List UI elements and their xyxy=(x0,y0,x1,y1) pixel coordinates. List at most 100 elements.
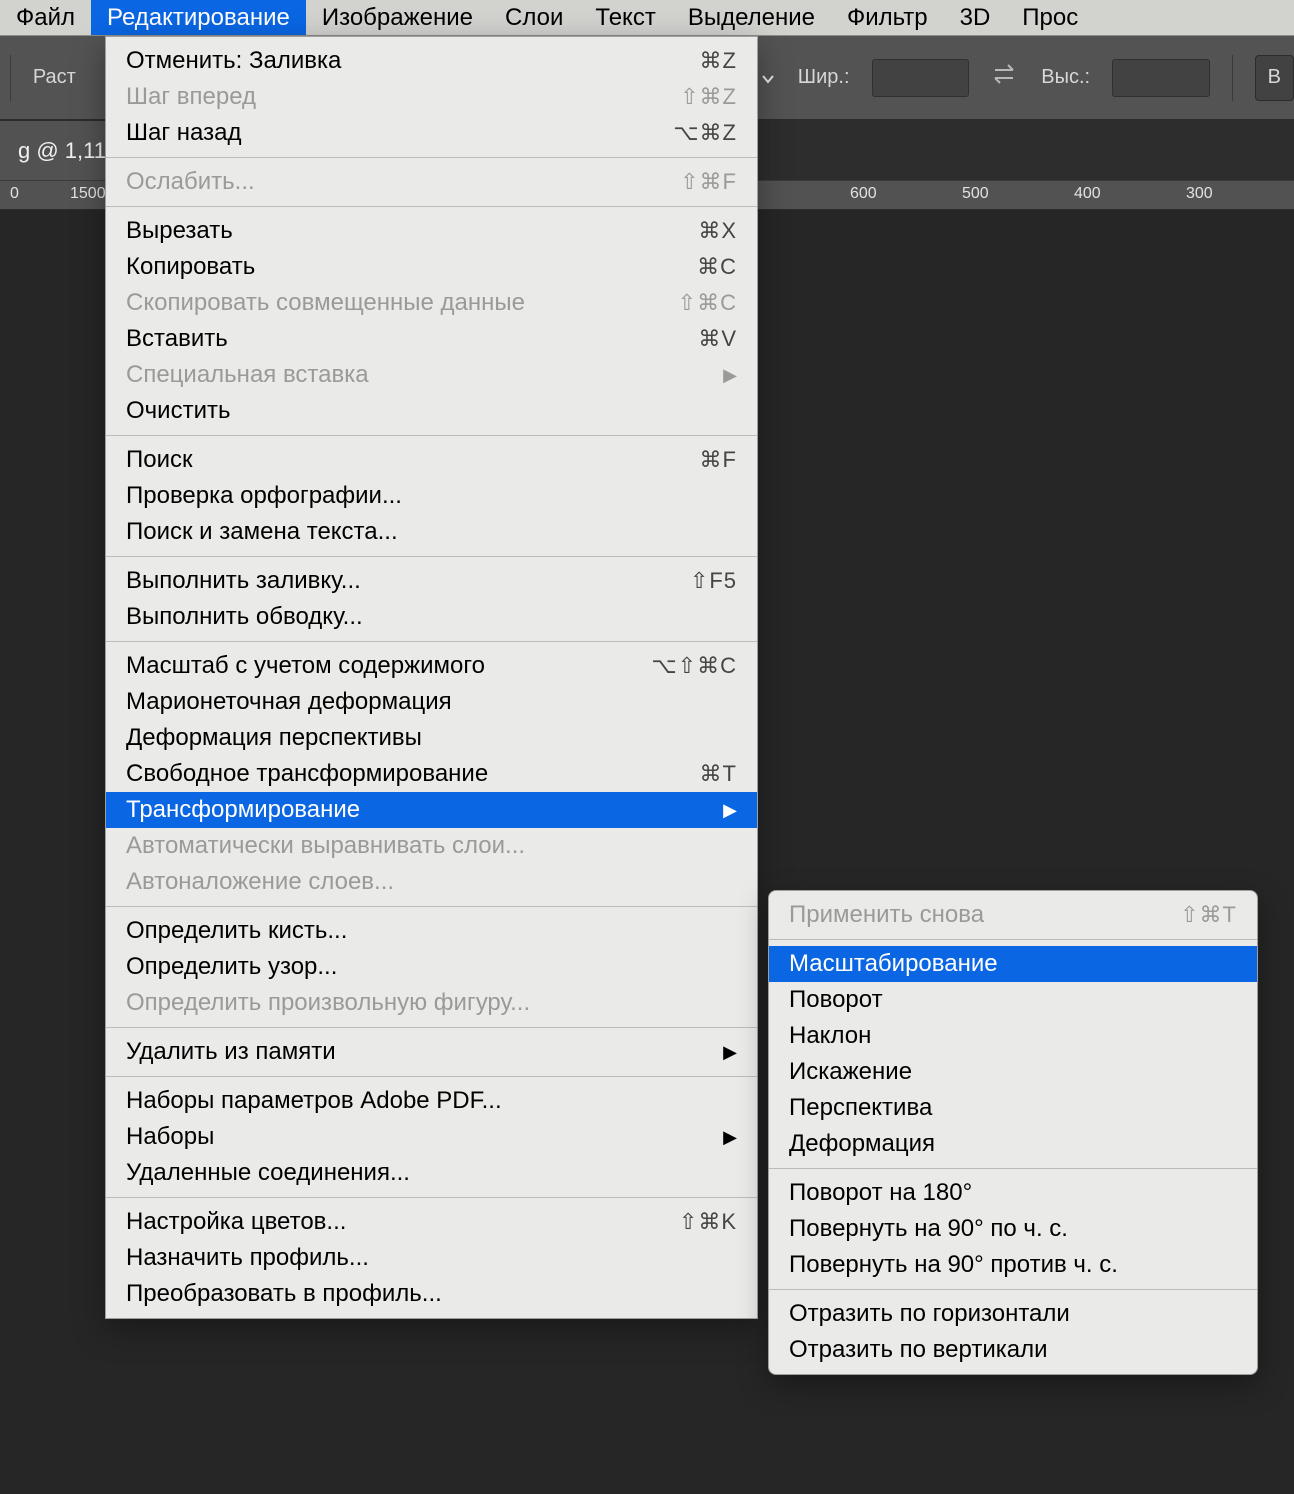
menu-item[interactable]: Наборы параметров Adobe PDF... xyxy=(106,1083,757,1119)
menu-item[interactable]: Наклон xyxy=(769,1018,1257,1054)
menu-item[interactable]: Выполнить заливку...⇧F5 xyxy=(106,563,757,599)
menu-item[interactable]: Повернуть на 90° против ч. с. xyxy=(769,1247,1257,1283)
menu-item: Специальная вставка▶ xyxy=(106,357,757,393)
divider xyxy=(1232,55,1233,101)
menubar-item[interactable]: Редактирование xyxy=(91,0,306,35)
menu-item[interactable]: Проверка орфографии... xyxy=(106,478,757,514)
menu-item-label: Скопировать совмещенные данные xyxy=(126,289,627,317)
menu-item[interactable]: Искажение xyxy=(769,1054,1257,1090)
menu-item-label: Наборы xyxy=(126,1123,715,1151)
menu-item-label: Поиск xyxy=(126,446,627,474)
menu-item[interactable]: Масштаб с учетом содержимого⌥⇧⌘C xyxy=(106,648,757,684)
menu-item-label: Автоматически выравнивать слои... xyxy=(126,832,737,860)
menu-item[interactable]: Свободное трансформирование⌘T xyxy=(106,756,757,792)
menu-item: Ослабить...⇧⌘F xyxy=(106,164,757,200)
menu-item-label: Деформация перспективы xyxy=(126,724,737,752)
menu-item-label: Отразить по вертикали xyxy=(789,1336,1237,1364)
menu-item-shortcut: ⌘T xyxy=(627,761,737,787)
menu-item-shortcut: ⇧⌘Z xyxy=(627,84,737,110)
submenu-arrow-icon: ▶ xyxy=(715,1042,737,1063)
menu-item[interactable]: Вставить⌘V xyxy=(106,321,757,357)
menu-item[interactable]: Поворот xyxy=(769,982,1257,1018)
menu-item-label: Поворот на 180° xyxy=(789,1179,1237,1207)
menu-separator xyxy=(106,1076,757,1077)
swap-icon[interactable] xyxy=(991,62,1019,93)
menu-item[interactable]: Выполнить обводку... xyxy=(106,599,757,635)
menu-item-label: Вырезать xyxy=(126,217,627,245)
menubar-item[interactable]: Фильтр xyxy=(831,0,944,35)
menu-item[interactable]: Поворот на 180° xyxy=(769,1175,1257,1211)
menu-item-shortcut: ⌘C xyxy=(627,254,737,280)
menu-item[interactable]: Отменить: Заливка⌘Z xyxy=(106,43,757,79)
menu-item[interactable]: Повернуть на 90° по ч. с. xyxy=(769,1211,1257,1247)
menu-item[interactable]: Трансформирование▶ xyxy=(106,792,757,828)
menu-item: Автоналожение слоев... xyxy=(106,864,757,900)
menubar-item[interactable]: Прос xyxy=(1006,0,1094,35)
menu-item[interactable]: Преобразовать в профиль... xyxy=(106,1276,757,1312)
menu-item-label: Ослабить... xyxy=(126,168,627,196)
menu-item[interactable]: Назначить профиль... xyxy=(106,1240,757,1276)
menu-item[interactable]: Марионеточная деформация xyxy=(106,684,757,720)
menu-item[interactable]: Перспектива xyxy=(769,1090,1257,1126)
menubar-item[interactable]: Текст xyxy=(579,0,671,35)
submenu-arrow-icon: ▶ xyxy=(715,365,737,386)
width-input[interactable] xyxy=(872,59,970,97)
menu-separator xyxy=(106,435,757,436)
menu-item-label: Назначить профиль... xyxy=(126,1244,737,1272)
menu-item[interactable]: Удаленные соединения... xyxy=(106,1155,757,1191)
menubar-item[interactable]: 3D xyxy=(944,0,1007,35)
menu-item[interactable]: Определить узор... xyxy=(106,949,757,985)
menu-item[interactable]: Наборы▶ xyxy=(106,1119,757,1155)
divider xyxy=(10,55,11,101)
menu-item-shortcut: ⌥⌘Z xyxy=(627,120,737,146)
menu-item: Скопировать совмещенные данные⇧⌘C xyxy=(106,285,757,321)
menu-item[interactable]: Настройка цветов...⇧⌘K xyxy=(106,1204,757,1240)
menu-item-label: Шаг назад xyxy=(126,119,627,147)
menu-item-label: Наборы параметров Adobe PDF... xyxy=(126,1087,737,1115)
menu-item[interactable]: Вырезать⌘X xyxy=(106,213,757,249)
chevron-down-icon[interactable] xyxy=(760,70,776,86)
menu-item-label: Удалить из памяти xyxy=(126,1038,715,1066)
menu-separator xyxy=(769,1289,1257,1290)
menu-item[interactable]: Отразить по вертикали xyxy=(769,1332,1257,1368)
menu-item-label: Марионеточная деформация xyxy=(126,688,737,716)
menubar-item[interactable]: Файл xyxy=(0,0,91,35)
ruler-tick: 0 xyxy=(10,185,19,203)
menu-item[interactable]: Удалить из памяти▶ xyxy=(106,1034,757,1070)
menu-item-label: Определить кисть... xyxy=(126,917,737,945)
menu-item[interactable]: Поиск⌘F xyxy=(106,442,757,478)
menu-item-label: Специальная вставка xyxy=(126,361,715,389)
height-input[interactable] xyxy=(1112,59,1210,97)
menu-item[interactable]: Копировать⌘C xyxy=(106,249,757,285)
menu-item[interactable]: Поиск и замена текста... xyxy=(106,514,757,550)
menu-item-shortcut: ⌘V xyxy=(627,326,737,352)
menubar-item[interactable]: Слои xyxy=(489,0,579,35)
menu-item: Автоматически выравнивать слои... xyxy=(106,828,757,864)
menu-item-label: Деформация xyxy=(789,1130,1237,1158)
menu-item[interactable]: Деформация перспективы xyxy=(106,720,757,756)
ruler-tick: 300 xyxy=(1186,185,1213,203)
menu-item[interactable]: Определить кисть... xyxy=(106,913,757,949)
menu-item[interactable]: Шаг назад⌥⌘Z xyxy=(106,115,757,151)
menu-item-label: Искажение xyxy=(789,1058,1237,1086)
menu-separator xyxy=(106,906,757,907)
menu-item[interactable]: Масштабирование xyxy=(769,946,1257,982)
menu-item-shortcut: ⌥⇧⌘C xyxy=(627,653,737,679)
menu-item-label: Определить узор... xyxy=(126,953,737,981)
menubar-item[interactable]: Изображение xyxy=(306,0,489,35)
menu-separator xyxy=(106,157,757,158)
menu-item[interactable]: Отразить по горизонтали xyxy=(769,1296,1257,1332)
menu-item[interactable]: Деформация xyxy=(769,1126,1257,1162)
menu-separator xyxy=(769,939,1257,940)
menu-item-shortcut: ⇧F5 xyxy=(627,568,737,594)
menu-item-shortcut: ⌘F xyxy=(627,447,737,473)
menu-item-label: Масштабирование xyxy=(789,950,1237,978)
rasterize-label: Раст xyxy=(33,66,76,89)
menubar-item[interactable]: Выделение xyxy=(672,0,831,35)
menu-item-shortcut: ⇧⌘C xyxy=(627,290,737,316)
right-button[interactable]: В xyxy=(1255,55,1294,101)
menu-item-label: Повернуть на 90° против ч. с. xyxy=(789,1251,1237,1279)
menu-item-label: Настройка цветов... xyxy=(126,1208,627,1236)
menu-item[interactable]: Очистить xyxy=(106,393,757,429)
menu-item: Применить снова⇧⌘T xyxy=(769,897,1257,933)
